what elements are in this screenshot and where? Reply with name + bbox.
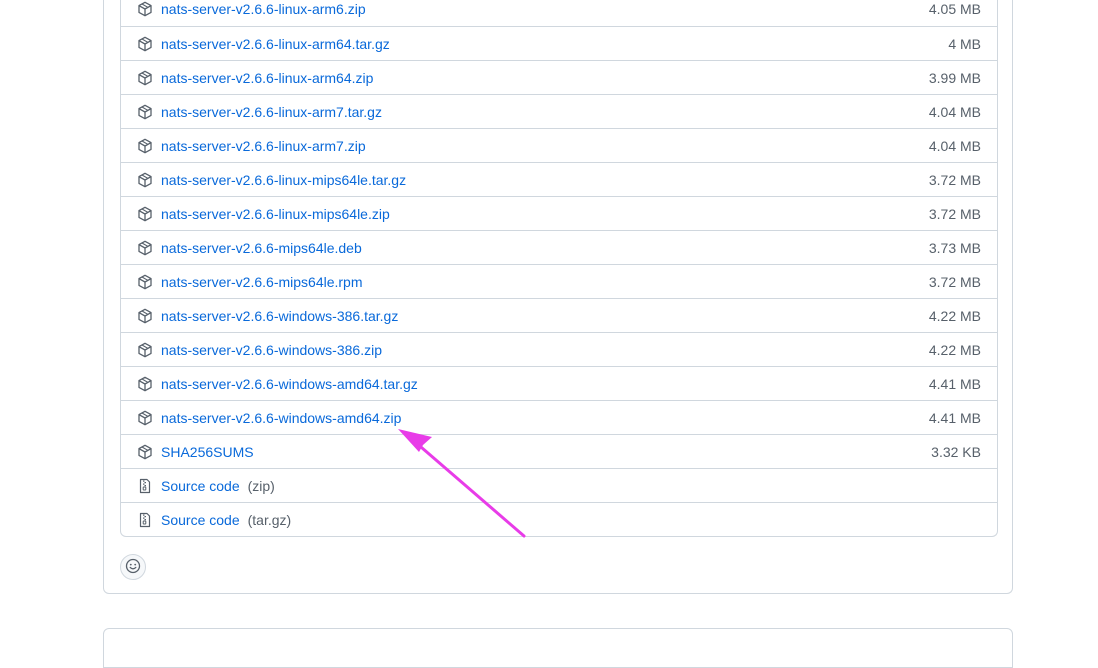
file-zip-icon (137, 478, 153, 494)
asset-row: nats-server-v2.6.6-windows-386.zip 4.22 M… (121, 332, 997, 366)
asset-row: nats-server-v2.6.6-mips64le.deb 3.73 MB (121, 230, 997, 264)
asset-link[interactable]: nats-server-v2.6.6-linux-arm64.zip (161, 70, 373, 86)
asset-size: 3.73 MB (928, 239, 981, 256)
asset-size: 4.41 MB (928, 375, 981, 392)
asset-size: 3.72 MB (928, 205, 981, 222)
asset-size: 4.22 MB (928, 307, 981, 324)
asset-link[interactable]: nats-server-v2.6.6-linux-mips64le.zip (161, 206, 390, 222)
asset-row: nats-server-v2.6.6-linux-arm64.tar.gz 4 M… (121, 26, 997, 60)
package-icon (137, 444, 153, 460)
asset-size: 4.04 MB (928, 137, 981, 154)
asset-row: nats-server-v2.6.6-linux-arm7.tar.gz 4.04… (121, 94, 997, 128)
asset-size: 4.22 MB (928, 341, 981, 358)
asset-link[interactable]: nats-server-v2.6.6-linux-arm7.tar.gz (161, 104, 382, 120)
asset-row: nats-server-v2.6.6-windows-386.tar.gz 4.2… (121, 298, 997, 332)
add-reaction-button[interactable] (120, 554, 146, 580)
package-icon (137, 36, 153, 52)
smiley-icon (125, 558, 141, 577)
asset-row: nats-server-v2.6.6-mips64le.rpm 3.72 MB (121, 264, 997, 298)
asset-link[interactable]: nats-server-v2.6.6-linux-arm7.zip (161, 138, 366, 154)
asset-row: nats-server-v2.6.6-windows-amd64.zip 4.41… (121, 400, 997, 434)
asset-row: nats-server-v2.6.6-linux-arm7.zip 4.04 MB (121, 128, 997, 162)
package-icon (137, 172, 153, 188)
source-code-link[interactable]: Source code (161, 512, 240, 528)
source-code-format: (zip) (247, 477, 275, 494)
package-icon (137, 206, 153, 222)
package-icon (137, 1, 153, 17)
asset-row: nats-server-v2.6.6-windows-amd64.tar.gz 4… (121, 366, 997, 400)
source-code-row: Source code (tar.gz) (121, 502, 997, 536)
asset-row: SHA256SUMS 3.32 KB (121, 434, 997, 468)
asset-row: nats-server-v2.6.6-linux-arm64.zip 3.99 M… (121, 60, 997, 94)
package-icon (137, 274, 153, 290)
asset-size: 4.04 MB (928, 103, 981, 120)
source-code-format: (tar.gz) (247, 511, 292, 528)
asset-row: nats-server-v2.6.6-linux-mips64le.tar.gz… (121, 162, 997, 196)
asset-link[interactable]: nats-server-v2.6.6-windows-amd64.zip (161, 410, 401, 426)
asset-link[interactable]: nats-server-v2.6.6-mips64le.deb (161, 240, 362, 256)
asset-size: 4 MB (948, 35, 981, 52)
asset-link[interactable]: nats-server-v2.6.6-windows-386.tar.gz (161, 308, 398, 324)
package-icon (137, 240, 153, 256)
asset-size: 3.99 MB (928, 69, 981, 86)
asset-size: 4.05 MB (928, 1, 981, 17)
asset-link[interactable]: SHA256SUMS (161, 444, 254, 460)
next-release-card (103, 628, 1013, 668)
asset-link[interactable]: nats-server-v2.6.6-linux-arm6.zip (161, 1, 366, 17)
asset-row: nats-server-v2.6.6-linux-arm6.zip 4.05 MB (121, 0, 997, 26)
asset-link[interactable]: nats-server-v2.6.6-windows-386.zip (161, 342, 382, 358)
asset-size: 3.72 MB (928, 171, 981, 188)
asset-link[interactable]: nats-server-v2.6.6-mips64le.rpm (161, 274, 363, 290)
package-icon (137, 342, 153, 358)
source-code-link[interactable]: Source code (161, 478, 240, 494)
package-icon (137, 70, 153, 86)
asset-size: 4.41 MB (928, 409, 981, 426)
assets-list: nats-server-v2.6.6-linux-arm6.zip 4.05 MB… (120, 0, 998, 537)
package-icon (137, 410, 153, 426)
asset-link[interactable]: nats-server-v2.6.6-linux-mips64le.tar.gz (161, 172, 406, 188)
source-code-row: Source code (zip) (121, 468, 997, 502)
package-icon (137, 104, 153, 120)
asset-size: 3.32 KB (931, 443, 981, 460)
package-icon (137, 138, 153, 154)
asset-link[interactable]: nats-server-v2.6.6-windows-amd64.tar.gz (161, 376, 418, 392)
package-icon (137, 308, 153, 324)
asset-size: 3.72 MB (928, 273, 981, 290)
asset-row: nats-server-v2.6.6-linux-mips64le.zip 3.7… (121, 196, 997, 230)
asset-link[interactable]: nats-server-v2.6.6-linux-arm64.tar.gz (161, 36, 390, 52)
file-zip-icon (137, 512, 153, 528)
package-icon (137, 376, 153, 392)
